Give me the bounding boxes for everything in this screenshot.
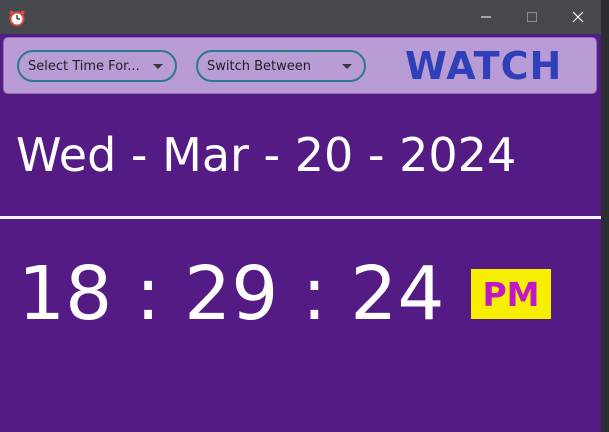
time-display: 18 : 29 : 24: [18, 251, 445, 337]
switch-between-label: Switch Between: [207, 58, 311, 74]
switch-between-dropdown[interactable]: Switch Between: [196, 50, 366, 82]
chevron-down-icon: [342, 64, 352, 69]
minimize-button[interactable]: [463, 0, 509, 34]
divider: [0, 216, 601, 219]
date-display: Wed - Mar - 20 - 2024: [16, 128, 517, 182]
toolbar: Select Time For... Switch Between WATCH: [3, 37, 597, 94]
clock-window: Select Time For... Switch Between WATCH …: [0, 0, 601, 432]
title-bar[interactable]: [0, 0, 601, 34]
brand-title: WATCH: [405, 44, 563, 88]
ampm-badge: PM: [471, 269, 551, 319]
background-window-edge: [601, 0, 609, 432]
chevron-down-icon: [153, 64, 163, 69]
alarm-clock-icon: [8, 9, 26, 27]
maximize-button[interactable]: [509, 0, 555, 34]
close-button[interactable]: [555, 0, 601, 34]
select-time-for-dropdown[interactable]: Select Time For...: [17, 50, 177, 82]
select-time-for-label: Select Time For...: [28, 58, 140, 74]
